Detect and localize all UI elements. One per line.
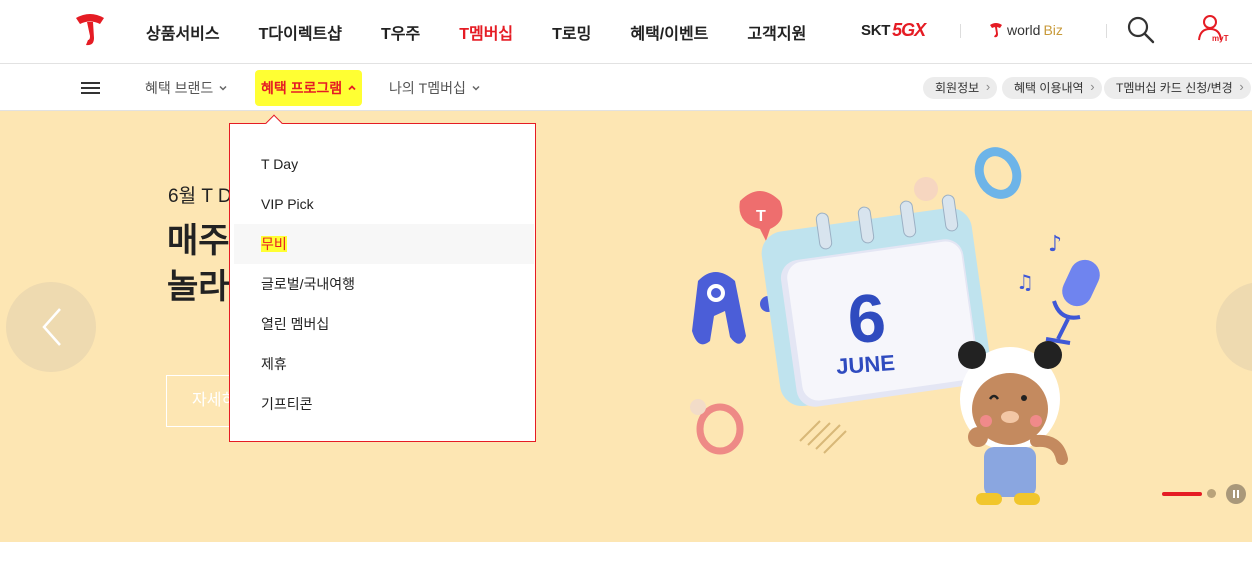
hero-title: 매주 놀라 [167,218,230,310]
dropdown-item-label: 열린 멤버십 [261,316,330,332]
global-nav: 상품서비스 T다이렉트샵 T우주 T멤버십 T로밍 혜택/이벤트 고객지원 SK… [0,0,1252,64]
dropdown-item-open-membership[interactable]: 열린 멤버십 [234,304,534,344]
menu-products[interactable]: 상품서비스 [146,20,220,44]
hero-title-line1: 매주 [167,222,230,260]
calendar-day: 6 [845,280,888,358]
dropdown-item-label: 글로벌/국내여행 [261,276,356,292]
worldbiz-world: world [1007,22,1041,38]
hero-title-line2: 놀라 [167,268,230,306]
lnb-benefit-program-label: 혜택 프로그램 [261,80,343,96]
lnb-benefit-program[interactable]: 혜택 프로그램 [255,70,363,106]
t-logo-icon[interactable] [74,12,106,48]
slide-indicator[interactable] [1207,489,1216,498]
menu-tmembership[interactable]: T멤버십 [459,20,513,44]
menu-troaming[interactable]: T로밍 [552,20,591,44]
lnb-benefit-brand-label: 혜택 브랜드 [145,80,214,96]
svg-text:♫: ♫ [1016,270,1034,294]
myt-label: myT [1212,34,1229,43]
quick-link-member-info[interactable]: 회원정보 [923,76,998,99]
hero-banner: 6월 T D 매주 놀라 자세히 T 6 JUNE ♪ ♫ [0,111,1252,542]
menu-tuniverse[interactable]: T우주 [381,20,420,44]
svg-text:♪: ♪ [1048,232,1062,257]
worldbiz-biz: Biz [1043,22,1063,38]
hero-subtitle: 6월 T D [168,186,232,207]
chevron-up-icon [348,85,356,91]
dropdown-item-tday[interactable]: T Day [234,144,534,184]
dropdown-item-partnership[interactable]: 제휴 [234,344,534,384]
slide-indicator-active[interactable] [1162,492,1202,496]
dropdown-item-travel[interactable]: 글로벌/국내여행 [234,264,534,304]
menu-support[interactable]: 고객지원 [747,20,806,44]
lnb-my-tmembership-label: 나의 T멤버십 [389,80,466,96]
hamburger-menu-icon[interactable] [81,82,100,94]
pause-icon[interactable] [1226,484,1246,504]
chevron-down-icon [219,85,227,91]
next-slide-button[interactable] [1216,282,1252,372]
quick-link-benefit-history[interactable]: 혜택 이용내역 [1002,76,1102,99]
dropdown-item-label: VIP Pick [261,196,314,212]
benefit-program-dropdown: T Day VIP Pick 무비 글로벌/국내여행 열린 멤버십 제휴 기프티… [229,114,536,442]
chevron-down-icon [472,85,480,91]
lnb-my-tmembership[interactable]: 나의 T멤버십 [389,78,480,98]
worldbiz-logo[interactable]: world Biz [989,19,1063,41]
divider [1106,24,1107,38]
search-icon[interactable] [1125,14,1157,46]
sub-nav: 혜택 브랜드 혜택 프로그램 나의 T멤버십 회원정보 혜택 이용내역 T멤버십… [0,64,1252,111]
dropdown-item-label: 기프티콘 [261,396,313,412]
menu-benefits-events[interactable]: 혜택/이벤트 [630,20,708,44]
dropdown-item-movie[interactable]: 무비 [234,224,534,264]
prev-slide-button[interactable] [6,282,96,372]
menu-tdirect[interactable]: T다이렉트샵 [259,20,342,44]
skt-text: SKT [861,21,891,39]
skt-5gx-logo[interactable]: SKT 5GX [861,19,926,41]
calendar-month: JUNE [835,350,895,379]
dropdown-item-gifticon[interactable]: 기프티콘 [234,384,534,424]
dropdown-item-label: 무비 [261,236,287,252]
divider [960,24,961,38]
chevron-left-icon [42,308,61,346]
lnb-benefit-brand[interactable]: 혜택 브랜드 [145,78,227,98]
svg-text:T: T [756,208,766,225]
dropdown-item-label: T Day [261,156,299,172]
dropdown-item-vip-pick[interactable]: VIP Pick [234,184,534,224]
page-below-hero [0,542,1252,578]
dropdown-item-label: 제휴 [261,356,287,372]
5gx-text: 5GX [892,19,926,40]
worldbiz-t-icon [990,23,1002,38]
quick-link-card-apply[interactable]: T멤버십 카드 신청/변경 [1104,76,1251,99]
main-menu: 상품서비스 T다이렉트샵 T우주 T멤버십 T로밍 혜택/이벤트 고객지원 [146,0,845,64]
june-calendar-illustration: T 6 JUNE ♪ ♫ [690,147,1100,505]
